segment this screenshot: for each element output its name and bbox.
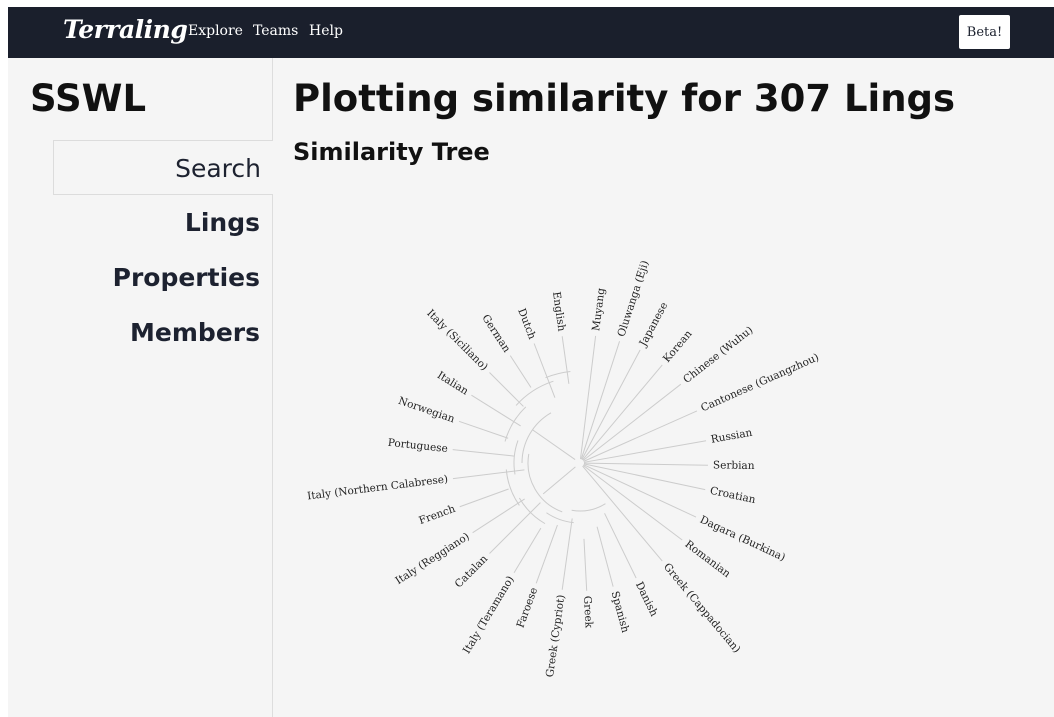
tree-branch	[532, 429, 576, 460]
tree-branch	[452, 469, 525, 480]
tree-branch	[458, 420, 509, 439]
tree-links	[452, 335, 708, 591]
tree-leaf-label: Italy (Teramano)	[461, 574, 517, 656]
tree-branch	[561, 336, 570, 384]
tree-leaf-label: English	[550, 291, 567, 333]
tree-leaf-label: Portuguese	[387, 437, 448, 455]
tree-leaf-label: German	[479, 312, 512, 354]
tree-branch	[583, 463, 706, 491]
tree-cluster-arc	[513, 440, 519, 475]
tree-leaf-label: Greek (Cypriot)	[544, 594, 567, 678]
tree-branch	[579, 335, 597, 460]
tree-cluster-arc	[504, 406, 527, 442]
tree-cluster-arc	[571, 503, 606, 512]
tree-leaf-label: Russian	[710, 427, 754, 446]
tree-branch	[561, 518, 573, 590]
tree-leaf-label: Romanian	[683, 538, 733, 580]
tree-branch	[582, 465, 663, 562]
tree-branch	[459, 488, 509, 508]
tree-branch	[471, 394, 521, 427]
tree-branch	[604, 513, 637, 579]
tree-branch	[583, 440, 707, 463]
tree-leaf-label: Catalan	[453, 553, 491, 591]
similarity-tree-chart: Muyang Oluwanga (Eji)JapaneseKoreanChines…	[307, 259, 821, 678]
tree-labels: Muyang Oluwanga (Eji)JapaneseKoreanChines…	[307, 259, 821, 678]
tree-leaf-label: Dutch	[515, 307, 538, 341]
tree-branch	[489, 502, 541, 554]
tree-branch	[583, 410, 698, 462]
tree-leaf-label: Italy (Northern Calabrese)	[307, 473, 449, 502]
tree-leaf-label: Chinese (Wuhu)	[681, 324, 755, 386]
tree-leaf-label: Serbian	[713, 459, 755, 472]
tree-cluster-arc	[521, 412, 552, 464]
tree-cluster-arc	[515, 380, 554, 406]
tree-branch	[582, 383, 682, 461]
tree-cluster-arc	[546, 512, 574, 524]
tree-branch	[542, 466, 576, 495]
tree-leaf-label: Spanish	[609, 590, 632, 634]
tree-leaf-label: Italian	[435, 369, 471, 398]
tree-leaf-label: Korean	[661, 328, 695, 365]
tree-branch	[533, 343, 556, 398]
tree-branch	[513, 527, 542, 573]
page-frame: Terraling Explore Teams Help Beta! SSWL …	[8, 7, 1054, 717]
tree-leaf-label: Croatian	[709, 485, 757, 506]
tree-leaf-label: French	[417, 503, 457, 527]
tree-leaf-label: Japanese	[637, 300, 671, 349]
tree-branch	[583, 464, 697, 518]
tree-leaf-label: Italy (Siciliano)	[424, 307, 490, 373]
tree-branch	[509, 355, 532, 388]
tree-cluster-arc	[545, 371, 571, 379]
tree-branch	[472, 498, 525, 534]
tree-branch	[535, 524, 558, 584]
tree-branch	[583, 538, 588, 591]
tree-leaf-label: Greek (Cappadocian)	[661, 561, 743, 655]
tree-leaf-label: Norwegian	[397, 395, 457, 426]
tree-leaf-label: Danish	[633, 580, 660, 619]
tree-leaf-label: Greek	[581, 596, 595, 629]
tree-leaf-label: Muyang	[590, 287, 607, 332]
tree-leaf-label: Faroese	[515, 586, 541, 630]
tree-branch	[489, 372, 524, 407]
tree-cluster-arc	[527, 453, 563, 513]
tree-branch	[596, 526, 614, 587]
tree-branch	[583, 462, 708, 466]
tree-cluster-arc	[505, 469, 520, 506]
tree-branch	[582, 364, 663, 461]
tree-branch	[452, 449, 515, 457]
